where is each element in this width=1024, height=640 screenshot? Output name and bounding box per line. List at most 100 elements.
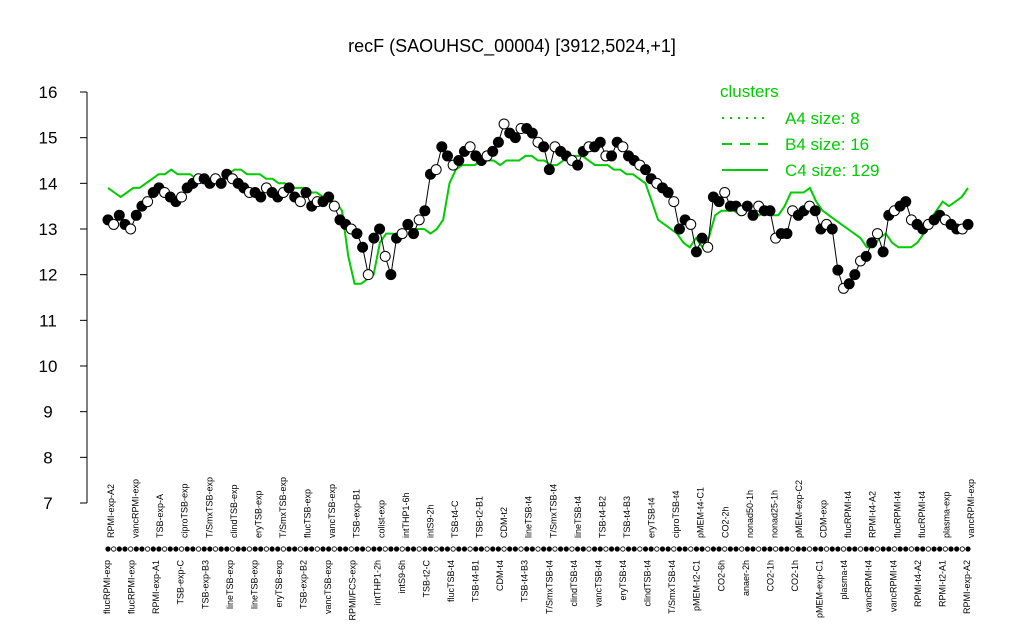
strip-dot (444, 546, 451, 552)
data-point (379, 250, 391, 262)
data-point (543, 164, 555, 176)
x-tick-label-top: vancTSB-exp (327, 484, 337, 538)
data-point (323, 191, 335, 203)
strip-dot (150, 546, 156, 552)
x-tick-label-bottom: CO2-6h (716, 560, 726, 592)
x-tick-label-bottom: T/SmxTSB-t4 (667, 560, 677, 614)
data-point (668, 196, 680, 208)
x-tick-label-bottom: TSB-exp-B2 (299, 560, 309, 609)
data-point (662, 186, 674, 198)
strip-dot (580, 546, 586, 552)
x-tick-label-bottom: CDM-t4 (495, 560, 505, 591)
data-point (606, 150, 618, 162)
data-point (741, 200, 753, 212)
strip-dot (750, 546, 756, 552)
x-tick-label-top: TSB-t4-B2 (597, 496, 607, 538)
strip-dot (608, 546, 615, 552)
strip-dot (959, 546, 965, 552)
strip-dot (348, 546, 354, 552)
x-tick-label-top: TSB-t4-B3 (622, 496, 632, 538)
x-tick-label-top: intTHP1-6h (401, 492, 411, 538)
strip-dot (167, 546, 173, 552)
x-tick-label-bottom: T/SmxTSB-t4 (544, 560, 554, 614)
x-tick-label-bottom: CO2-1h (765, 560, 775, 592)
data-point (781, 228, 793, 240)
x-tick-label-bottom: TSB-exp-B3 (200, 560, 210, 609)
data-point (351, 228, 363, 240)
strip-dot (852, 546, 858, 552)
strip-dot (416, 546, 422, 552)
strip-dot (343, 546, 349, 552)
data-point (396, 228, 408, 240)
strip-dot (201, 546, 207, 552)
strip-dot (631, 546, 637, 552)
x-tick-label-bottom: CO2-1h (790, 560, 800, 592)
data-point (572, 159, 584, 171)
strip-dot (184, 546, 190, 552)
x-tick-label-bottom: anaer-2h (741, 560, 751, 596)
strip-dot (954, 546, 960, 552)
x-tick-label-top: nonad25-1h (769, 490, 779, 538)
strip-dot (156, 546, 162, 552)
x-tick-label-bottom: vancTSB-exp (323, 560, 333, 614)
data-point (747, 209, 759, 221)
x-tick-label-bottom: flucRPMI-exp (102, 560, 112, 614)
x-tick-label-top: clindTSB-exp (229, 484, 239, 538)
strip-dot (665, 546, 671, 552)
strip-dot (558, 546, 564, 552)
y-tick-label: 12 (39, 266, 58, 285)
strip-dot (507, 546, 513, 552)
x-tick-label-top: TSB-t2-B1 (475, 496, 485, 538)
strip-dot (286, 546, 292, 552)
strip-dot (891, 546, 898, 552)
x-tick-label-top: flucRPMI-t4 (917, 491, 927, 538)
strip-dot (314, 546, 320, 552)
strip-dot (948, 546, 954, 552)
strip-dot (863, 546, 869, 552)
strip-dot (461, 546, 468, 552)
x-tick-label-bottom: vancRPMI-t4 (864, 560, 874, 612)
x-tick-label-bottom: RPMI-exp-A2 (962, 560, 972, 614)
data-point (294, 196, 306, 208)
strip-dot (778, 546, 784, 552)
strip-dot (727, 546, 733, 552)
legend: clusters A4 size: 8 B4 size: 16 C4 size: 1… (720, 82, 880, 180)
strip-dot (563, 546, 569, 552)
data-point (430, 164, 442, 176)
strip-dot (541, 546, 547, 552)
data-point (696, 232, 708, 244)
strip-dot (733, 546, 739, 552)
strip-dot (908, 546, 915, 552)
x-tick-label-top: vancRPMI-exp (131, 479, 141, 538)
strip-dot (937, 546, 943, 552)
strip-dot (795, 546, 801, 552)
strip-dot (337, 546, 343, 552)
strip-dot (320, 546, 326, 552)
strip-dot (812, 546, 818, 552)
strip-dot (450, 546, 456, 552)
data-point (436, 141, 448, 153)
data-point (877, 246, 889, 258)
data-point (690, 246, 702, 258)
strip-dot (705, 546, 711, 552)
data-point (866, 237, 878, 249)
data-point (538, 141, 550, 153)
strip-dot (178, 546, 185, 552)
strip-dot (524, 546, 530, 552)
data-point (108, 218, 120, 230)
y-tick-label: 15 (39, 129, 58, 148)
chart: recF (SAOUHSC_00004) [3912,5024,+1] 7 8 9 1… (39, 36, 976, 621)
x-tick-label-bottom: intS9-6h (397, 560, 407, 594)
x-tick-label-bottom: pMEM-exp-C1 (815, 560, 825, 618)
strip-dot (840, 546, 847, 552)
data-point (328, 200, 340, 212)
strip-dot (224, 546, 230, 552)
strip-dot (161, 546, 168, 552)
strip-dot (586, 546, 592, 552)
x-tick-label-bottom: plasma-t4 (839, 560, 849, 600)
strip-dot (869, 546, 875, 552)
data-point (368, 232, 380, 244)
data-point (408, 228, 420, 240)
strip-dot (693, 546, 700, 552)
x-tick-label-bottom: clindTSB-t4 (569, 560, 579, 607)
